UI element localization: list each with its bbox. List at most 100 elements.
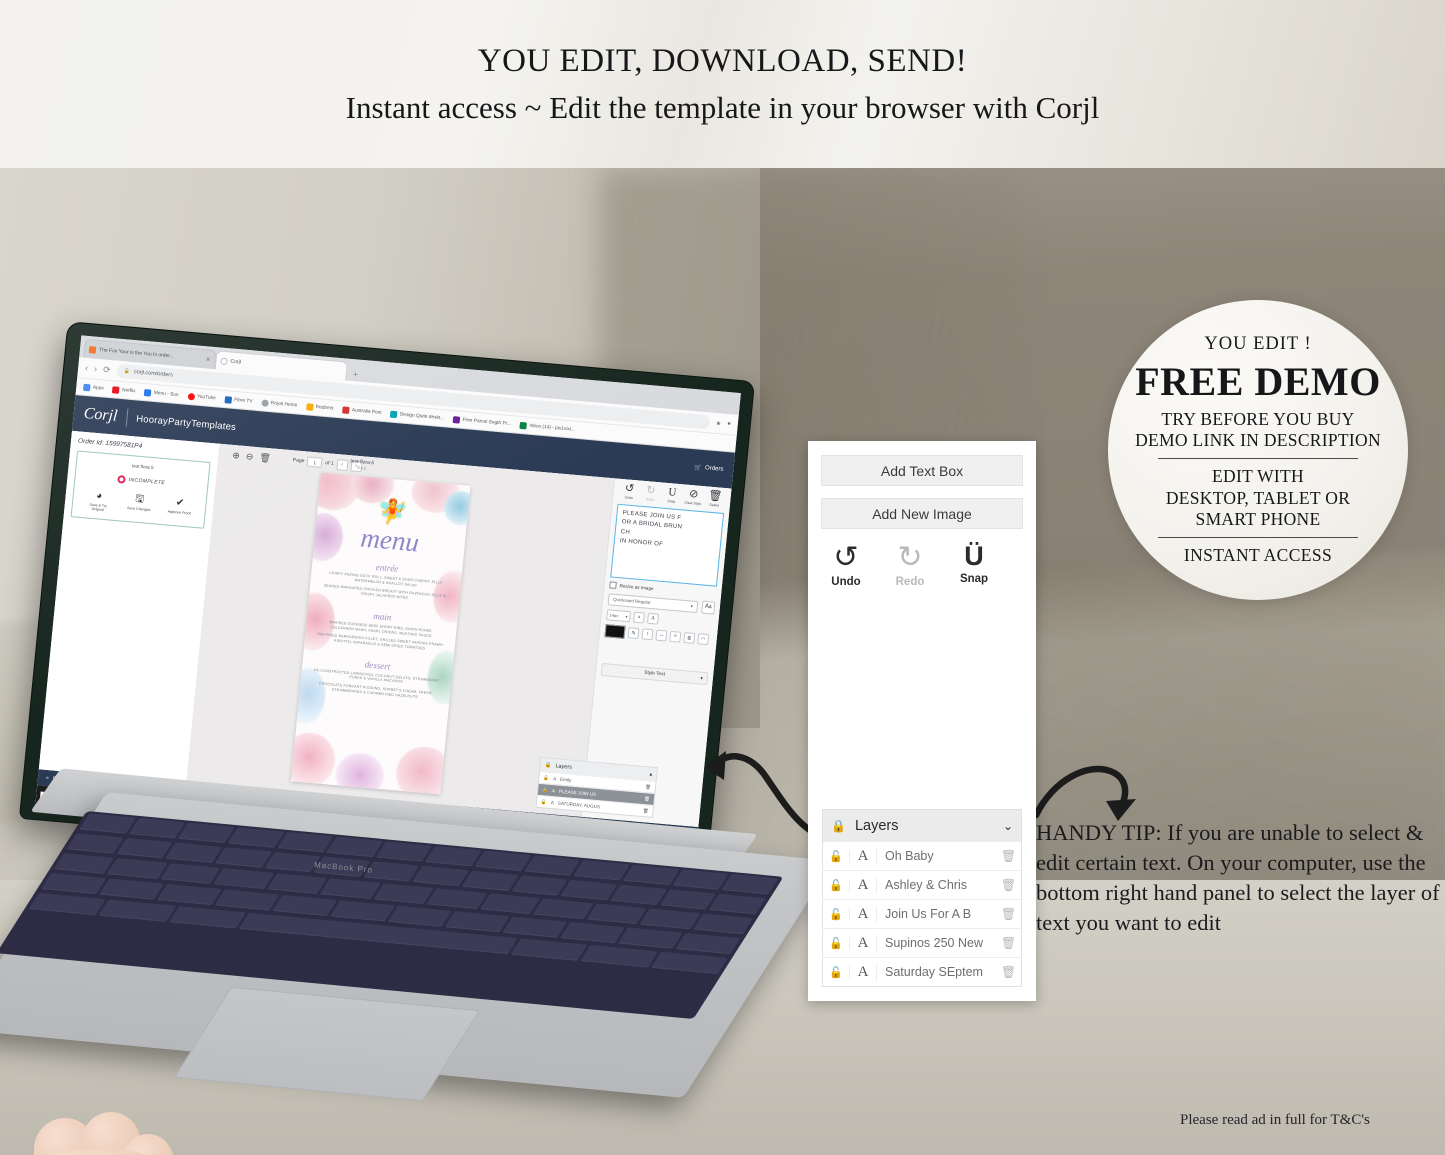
reload-icon[interactable]: ⟳ xyxy=(103,364,111,376)
menu-section-title: dessert xyxy=(364,659,391,672)
undo-button[interactable]: ↺ Undo xyxy=(822,543,870,589)
bookmark-item[interactable]: Free Parcel Sngth Pr... xyxy=(452,415,511,428)
chevron-down-icon[interactable]: ⌄ xyxy=(1003,819,1013,833)
zoom-out-icon[interactable]: ⊖ xyxy=(245,451,253,463)
youtube-icon xyxy=(187,392,195,400)
chevron-down-icon: ▾ xyxy=(690,603,694,609)
style-text-accordion[interactable]: Style Text ▾ xyxy=(600,662,709,686)
trash-icon[interactable]: 🗑 xyxy=(996,965,1021,980)
snap-button[interactable]: Ü Snap xyxy=(950,543,998,588)
snap-button[interactable]: U Snap xyxy=(661,486,683,505)
align-center-button[interactable]: ≣ xyxy=(683,632,696,644)
lock-open-icon[interactable]: 🔓 xyxy=(823,907,850,921)
trash-icon[interactable]: 🗑 xyxy=(259,452,271,464)
lock-open-icon[interactable]: 🔓 xyxy=(823,849,850,863)
layers-panel-header[interactable]: 🔒 Layers ⌄ xyxy=(823,810,1021,841)
decrease-size-button[interactable]: ᴀ xyxy=(632,611,646,624)
font-picker-button[interactable]: 🗛 xyxy=(701,600,716,615)
lock-closed-icon[interactable]: 🔒 xyxy=(831,819,846,833)
layer-row[interactable]: 🔓 A Supinos 250 New 🗑 xyxy=(823,928,1021,957)
bookmark-item[interactable]: Royal Home xyxy=(261,398,297,409)
trash-icon[interactable]: 🗑 xyxy=(996,849,1021,864)
bookmark-item[interactable]: Netflix xyxy=(112,385,136,395)
orders-button[interactable]: 🛒 Orders xyxy=(694,464,723,473)
key xyxy=(116,837,173,859)
trash-icon[interactable]: 🗑 xyxy=(996,878,1021,893)
save-label: Save Changes xyxy=(126,505,151,513)
add-new-image-button[interactable]: Add New Image xyxy=(821,498,1023,529)
approve-proof-button[interactable]: ✔ Approve Proof xyxy=(164,497,195,516)
chevron-left-icon[interactable]: ‹ xyxy=(336,458,349,471)
key xyxy=(266,873,328,895)
bookmark-item[interactable]: YouTube xyxy=(187,392,216,401)
profile-avatar[interactable]: ● xyxy=(727,421,731,428)
redo-button[interactable]: ↻ Redo xyxy=(886,543,934,589)
key xyxy=(98,899,177,922)
page-input[interactable]: 1 xyxy=(306,456,323,468)
layer-row[interactable]: 🔓 A Saturday SEptem 🗑 xyxy=(823,957,1021,986)
curve-text-icon: ◠ xyxy=(700,637,706,643)
lock-open-icon[interactable]: 🔓 xyxy=(542,787,548,793)
corjl-logo[interactable]: Corjl xyxy=(83,405,118,426)
layer-row[interactable]: 🔓 A Join Us For A B 🗑 xyxy=(823,899,1021,928)
back-icon[interactable]: ‹ xyxy=(85,363,89,373)
lock-open-icon[interactable]: 🔓 xyxy=(543,775,549,781)
add-text-box-button[interactable]: Add Text Box xyxy=(821,455,1023,486)
trash-icon[interactable]: 🗑 xyxy=(996,936,1021,951)
close-icon[interactable]: ✕ xyxy=(205,356,211,363)
fibre-tv-icon xyxy=(224,395,233,404)
revert-original-button[interactable]: ◕ Save & Try Original xyxy=(83,490,115,513)
banner-headline: YOU EDIT, DOWNLOAD, SEND! xyxy=(477,43,968,80)
key xyxy=(227,827,285,848)
star-icon[interactable]: ★ xyxy=(715,420,721,427)
top-banner: YOU EDIT, DOWNLOAD, SEND! Instant access… xyxy=(0,0,1445,168)
lock-icon: 🔒 xyxy=(123,368,131,375)
checkbox-icon xyxy=(609,581,617,589)
font-size-select[interactable]: 14px ▾ xyxy=(606,609,632,623)
bookmark-item[interactable]: Inbox (14) - jax1vixi... xyxy=(519,421,576,433)
bookmark-item[interactable]: Design Quite deskt... xyxy=(390,410,445,422)
badge-line-3a: TRY BEFORE YOU BUY xyxy=(1161,408,1355,429)
bookmark-item[interactable]: Apps xyxy=(83,383,104,392)
align-left-button[interactable]: ≡ xyxy=(669,630,682,643)
line-height-button[interactable]: ↕ xyxy=(641,628,654,641)
bookmark-item[interactable]: Australia Post xyxy=(342,405,382,416)
bookmark-item[interactable]: Fibre TV xyxy=(224,395,253,405)
undo-button[interactable]: ↺ Undo xyxy=(618,482,640,501)
save-changes-button[interactable]: 🖫 Save Changes xyxy=(124,494,155,513)
trash-icon[interactable]: 🗑 xyxy=(645,784,651,790)
curve-text-button[interactable]: ◠ xyxy=(697,633,710,646)
bookmark-item[interactable]: Menu - Sun xyxy=(144,388,179,399)
letter-spacing-button[interactable]: ↔ xyxy=(655,629,668,642)
lock-open-icon[interactable]: 🔓 xyxy=(823,878,850,892)
forward-icon[interactable]: › xyxy=(94,364,98,374)
text-input-area[interactable]: PLEASE JOIN US F OR A BRIDAL BRUN CH IN … xyxy=(610,503,725,587)
font-size-value: 14px xyxy=(609,612,619,619)
clear-style-button[interactable]: ⊘ Clear Style xyxy=(682,488,704,506)
clear-style-icon: ⊘ xyxy=(688,487,699,501)
text-layer-icon: A xyxy=(552,776,557,782)
key xyxy=(375,841,433,862)
new-tab-button[interactable]: + xyxy=(352,369,358,379)
lock-open-icon[interactable]: 🔓 xyxy=(823,936,850,950)
redo-button[interactable]: ↻ Redo xyxy=(639,484,661,503)
delete-button[interactable]: 🗑 Delete xyxy=(704,490,726,508)
corjl-favicon-icon xyxy=(220,357,228,365)
browser-tab-2-label: Corjl xyxy=(230,358,242,366)
zoom-in-icon[interactable]: ⊕ xyxy=(232,450,240,462)
cart-icon: 🛒 xyxy=(694,464,703,472)
menu-template-card[interactable]: 🧚 menu entrée CRISPY PEKING DUCK ROLL, S… xyxy=(290,472,471,795)
header-divider xyxy=(125,408,129,427)
bookmark-item[interactable]: Redirect xyxy=(305,402,334,412)
layer-row[interactable]: 🔓 A Ashley & Chris 🗑 xyxy=(823,870,1021,899)
key xyxy=(53,853,115,874)
eyedropper-button[interactable]: ✎ xyxy=(627,627,640,640)
text-color-swatch[interactable] xyxy=(604,624,626,639)
trash-icon[interactable]: 🗑 xyxy=(996,907,1021,922)
bookmark-label: Menu - Sun xyxy=(153,390,179,398)
increase-size-button[interactable]: A xyxy=(646,612,659,625)
layer-row[interactable]: 🔓 A Oh Baby 🗑 xyxy=(823,841,1021,870)
status-label: INCOMPLETE xyxy=(128,477,166,487)
lock-open-icon[interactable]: 🔓 xyxy=(823,965,850,979)
key xyxy=(510,938,588,961)
